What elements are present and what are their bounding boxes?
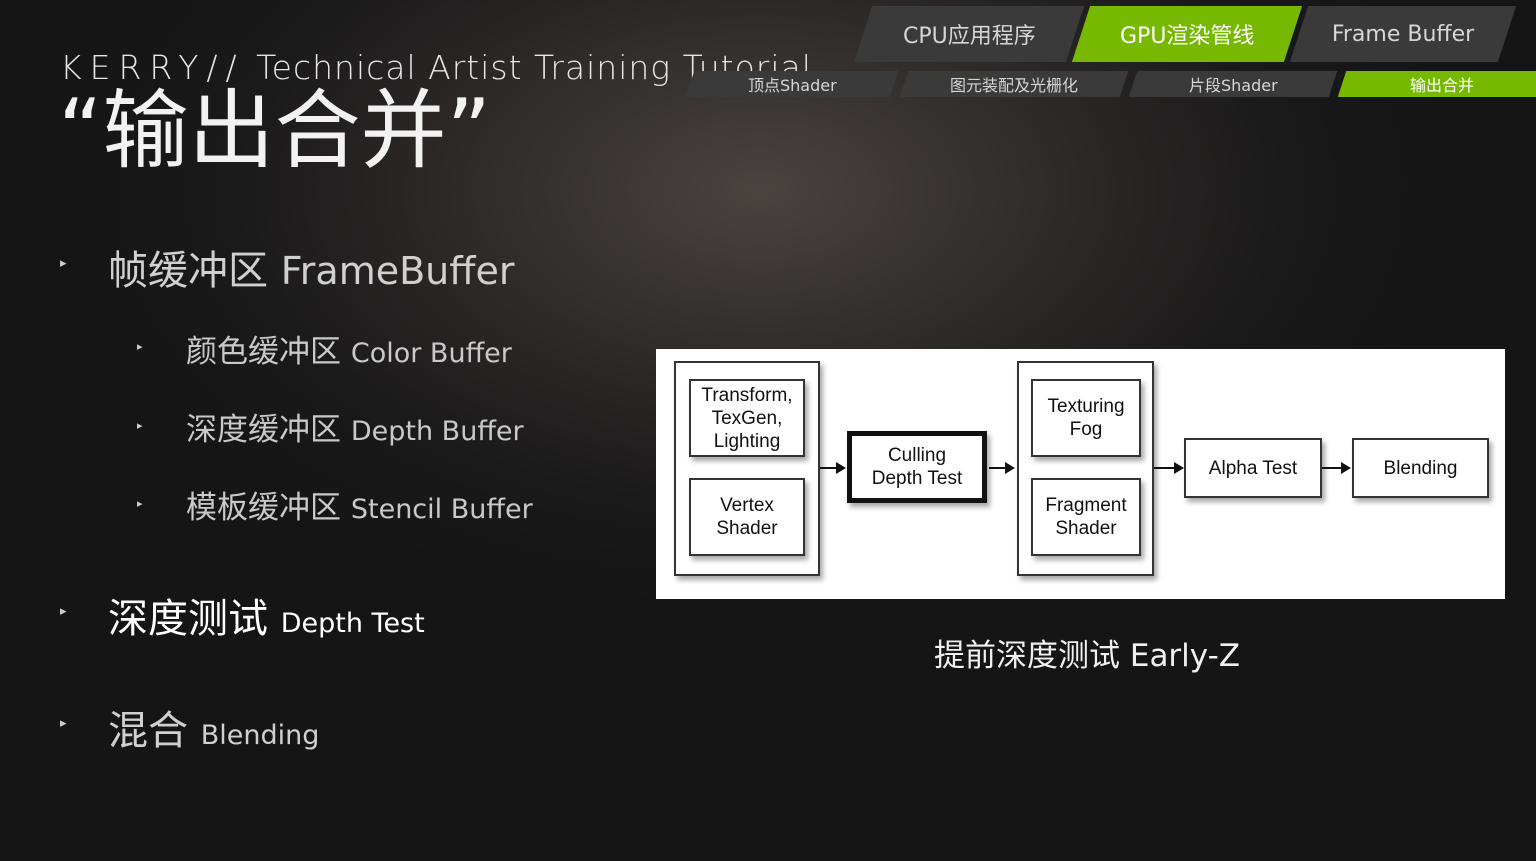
bullet-icon: ▸ (137, 497, 143, 510)
stencil-buffer-en: Stencil Buffer (350, 494, 533, 525)
transform-line-3: Lighting (713, 430, 781, 452)
blending-en: Blending (200, 720, 320, 751)
subtab-output-merge[interactable]: 输出合并 (1337, 71, 1536, 97)
list-item-depth-buffer: 深度缓冲区 Depth Buffer (186, 404, 524, 449)
tab-frame-buffer[interactable]: Frame Buffer (1289, 6, 1517, 62)
blending-box: Blending (1352, 438, 1489, 498)
tab-gpu-pipeline[interactable]: GPU渲染管线 (1071, 6, 1303, 62)
list-item-framebuffer: 帧缓冲区 FrameBuffer (108, 238, 514, 296)
arrow-icon (989, 462, 1015, 474)
depth-test-zh: 深度测试 (108, 596, 281, 642)
subtab-vertex-shader[interactable]: 顶点Shader (685, 71, 899, 97)
framebuffer-zh: 帧缓冲区 (108, 248, 281, 294)
list-item-depth-test: 深度测试 Depth Test (108, 586, 425, 644)
texturing-line-2: Fog (1069, 419, 1103, 440)
subtab-output-merge-label: 输出合并 (1409, 76, 1474, 95)
bullet-icon: ▸ (60, 604, 67, 619)
bullet-icon: ▸ (137, 419, 143, 432)
depth-test-en: Depth Test (280, 608, 425, 639)
texturing-fog-box: Texturing Fog (1031, 379, 1141, 457)
bullet-icon: ▸ (60, 716, 67, 731)
fragment-shader-box: Fragment Shader (1031, 478, 1141, 556)
subtab-fragment-shader[interactable]: 片段Shader (1128, 71, 1338, 97)
transform-line-1: Transform, (701, 384, 793, 406)
culling-line-2: Depth Test (871, 468, 963, 489)
vertex-shader-box: Vertex Shader (689, 478, 805, 556)
transform-line-2: TexGen, (711, 407, 783, 429)
list-item-color-buffer: 颜色缓冲区 Color Buffer (186, 326, 512, 371)
culling-line-1: Culling (887, 445, 947, 466)
early-z-pipeline-diagram: Transform, TexGen, Lighting Vertex Shader C… (656, 349, 1505, 599)
subtab-fragment-shader-label: 片段Shader (1188, 76, 1278, 95)
subtab-primitive-assembly[interactable]: 图元装配及光栅化 (899, 71, 1129, 97)
arrow-icon (1154, 462, 1184, 474)
fragment-shader-line-1: Fragment (1045, 495, 1127, 516)
alpha-test-box: Alpha Test (1184, 438, 1322, 498)
depth-buffer-zh: 深度缓冲区 (186, 412, 351, 448)
tab-cpu-application[interactable]: CPU应用程序 (853, 6, 1085, 62)
fragment-shader-line-2: Shader (1055, 518, 1117, 539)
vertex-shader-line-2: Shader (716, 518, 778, 539)
texturing-line-1: Texturing (1047, 396, 1125, 417)
arrow-icon (1322, 462, 1351, 474)
tab-frame-buffer-label: Frame Buffer (1331, 21, 1475, 47)
list-item-stencil-buffer: 模板缓冲区 Stencil Buffer (186, 482, 533, 527)
arrow-icon (820, 462, 846, 474)
color-buffer-zh: 颜色缓冲区 (186, 334, 351, 370)
depth-buffer-en: Depth Buffer (350, 416, 524, 447)
slide-title: “输出合并” (58, 81, 492, 181)
culling-depth-test-box: Culling Depth Test (847, 431, 987, 503)
subtab-primitive-assembly-label: 图元装配及光栅化 (949, 76, 1078, 95)
blending-zh: 混合 (108, 708, 201, 754)
diagram-caption: 提前深度测试 Early-Z (934, 638, 1241, 674)
transform-box: Transform, TexGen, Lighting (689, 379, 805, 457)
bullet-icon: ▸ (60, 256, 67, 271)
vertex-shader-line-1: Vertex (720, 495, 774, 516)
list-item-blending: 混合 Blending (108, 698, 319, 756)
bullet-icon: ▸ (137, 340, 143, 353)
framebuffer-en: FrameBuffer (280, 249, 515, 293)
color-buffer-en: Color Buffer (350, 338, 512, 369)
tab-gpu-pipeline-label: GPU渲染管线 (1119, 24, 1255, 49)
subtab-vertex-shader-label: 顶点Shader (747, 76, 837, 95)
stencil-buffer-zh: 模板缓冲区 (186, 490, 351, 526)
tab-cpu-application-label: CPU应用程序 (902, 24, 1036, 49)
